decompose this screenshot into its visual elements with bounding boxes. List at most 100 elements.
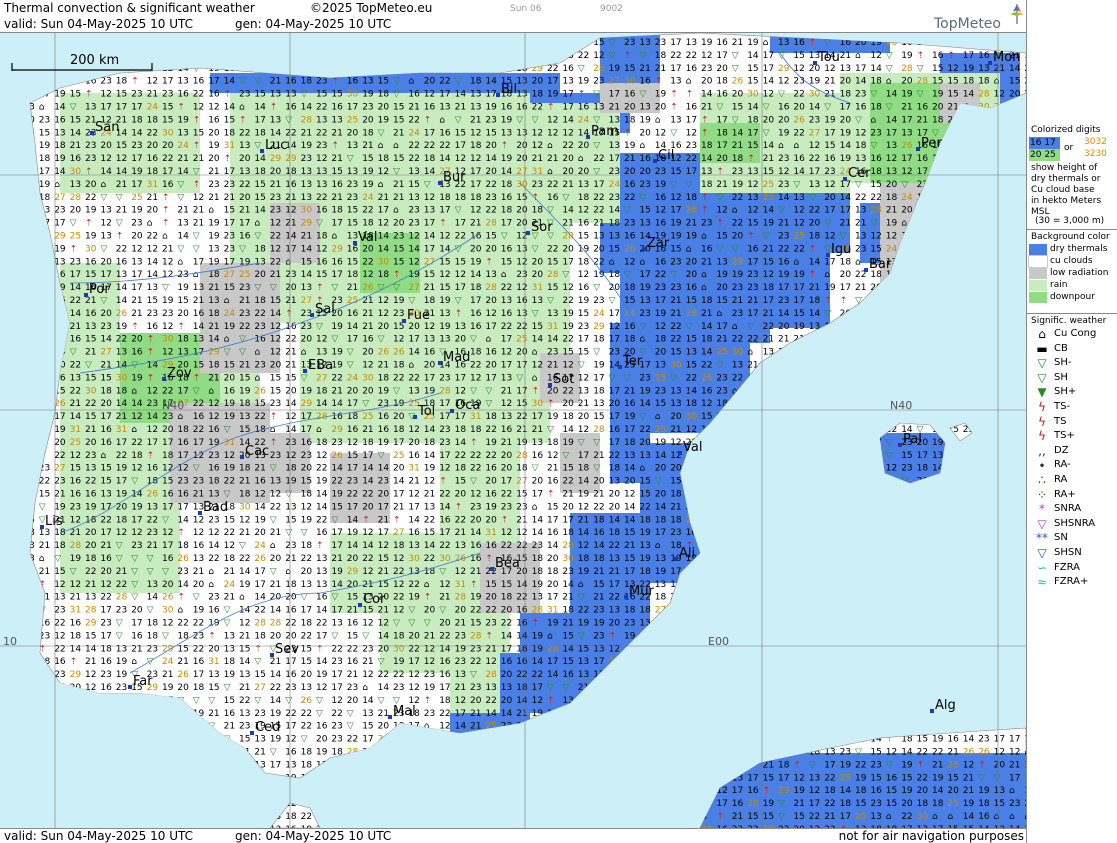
grid-cell-value: ⇡ — [547, 103, 555, 113]
city-label[interactable]: Bea — [495, 556, 520, 571]
city-label[interactable]: Far — [133, 674, 153, 689]
city-marker[interactable] — [438, 181, 442, 185]
city-marker[interactable] — [930, 709, 934, 713]
city-marker[interactable] — [618, 365, 622, 369]
city-marker[interactable] — [240, 455, 244, 459]
grid-cell-value: 27 — [254, 683, 265, 693]
rain-light-icon: ∙ — [1031, 458, 1053, 472]
city-label[interactable]: Val — [683, 440, 702, 455]
city-label[interactable]: Pam — [591, 124, 619, 139]
city-marker[interactable] — [988, 61, 992, 65]
city-label[interactable]: Sor — [531, 220, 553, 235]
grid-cell-value: 14 — [701, 90, 713, 100]
city-label[interactable]: Fue — [407, 308, 430, 323]
city-marker[interactable] — [353, 241, 357, 245]
city-marker[interactable] — [586, 135, 590, 139]
grid-cell-value: 20 — [947, 786, 959, 796]
city-marker[interactable] — [90, 131, 94, 135]
city-label[interactable]: EBa — [308, 358, 333, 373]
city-marker[interactable] — [250, 731, 254, 735]
city-marker[interactable] — [358, 603, 362, 607]
city-label[interactable]: Ced — [255, 720, 280, 735]
city-marker[interactable] — [678, 451, 682, 455]
city-marker[interactable] — [496, 93, 500, 97]
grid-cell-value: 12 — [716, 206, 727, 216]
grid-cell-value: 14 — [701, 154, 713, 164]
map-canvas[interactable]: 1718⌂131617▽231816142119▽17132012181712▽… — [0, 33, 1026, 828]
grid-cell-value: 12 — [470, 154, 481, 164]
grid-cell-value: 20 — [85, 541, 97, 551]
city-marker[interactable] — [813, 61, 817, 65]
forecast-map[interactable]: 1718⌂131617▽231816142119▽17132012181712▽… — [0, 33, 1026, 828]
city-marker[interactable] — [864, 268, 868, 272]
city-marker[interactable] — [310, 313, 314, 317]
city-label[interactable]: Sot — [553, 372, 574, 387]
city-label[interactable]: Bad — [203, 500, 228, 515]
city-marker[interactable] — [843, 177, 847, 181]
city-label[interactable]: Sal — [315, 302, 335, 317]
city-marker[interactable] — [198, 511, 202, 515]
city-label[interactable]: Ter — [622, 354, 643, 369]
city-label[interactable]: Ali — [679, 546, 695, 561]
city-label[interactable]: Cac — [245, 444, 269, 459]
grid-cell-value: 24 — [347, 373, 359, 383]
city-marker[interactable] — [642, 247, 646, 251]
city-marker[interactable] — [438, 361, 442, 365]
city-label[interactable]: Bil — [501, 82, 517, 97]
city-label[interactable]: Por — [89, 282, 110, 297]
city-label[interactable]: Bur — [443, 170, 466, 185]
grid-cell-value: 28 — [85, 606, 97, 616]
city-label[interactable]: Alg — [935, 698, 956, 713]
city-marker[interactable] — [270, 653, 274, 657]
city-marker[interactable] — [526, 231, 530, 235]
city-label[interactable]: Cer — [848, 166, 871, 181]
city-marker[interactable] — [674, 557, 678, 561]
grid-cell-value: 15 — [54, 567, 65, 577]
city-label[interactable]: Zov — [167, 366, 192, 381]
city-marker[interactable] — [826, 253, 830, 257]
city-label[interactable]: Oca — [455, 398, 480, 413]
city-marker[interactable] — [624, 595, 628, 599]
city-label[interactable]: Val — [358, 230, 377, 245]
city-label[interactable]: Cor — [363, 592, 386, 607]
city-marker[interactable] — [84, 293, 88, 297]
city-marker[interactable] — [162, 377, 166, 381]
city-label[interactable]: Mon — [993, 50, 1020, 65]
grid-cell-value: 13 — [609, 141, 620, 151]
city-label[interactable]: Zar — [647, 236, 670, 251]
city-marker[interactable] — [490, 567, 494, 571]
city-marker[interactable] — [40, 525, 44, 529]
grid-cell-value: ⌂ — [208, 206, 214, 216]
grid-cell-value: 13 — [408, 193, 419, 203]
city-label[interactable]: Mur — [629, 584, 654, 599]
city-marker[interactable] — [303, 369, 307, 373]
city-label[interactable]: Cil — [658, 148, 674, 163]
city-label[interactable]: Igu — [831, 242, 851, 257]
city-label[interactable]: Tou — [817, 50, 840, 65]
city-marker[interactable] — [916, 147, 920, 151]
city-label[interactable]: Sev — [275, 642, 299, 657]
city-marker[interactable] — [260, 149, 264, 153]
city-marker[interactable] — [413, 415, 417, 419]
city-label[interactable]: Lis — [45, 514, 63, 529]
grid-cell-value: ⇡ — [193, 141, 201, 151]
city-label[interactable]: Mad — [443, 350, 470, 365]
city-marker[interactable] — [128, 685, 132, 689]
city-label[interactable]: Luc — [265, 138, 287, 153]
city-label[interactable]: Bar — [869, 257, 892, 272]
city-label[interactable]: Tol — [417, 404, 435, 419]
city-marker[interactable] — [653, 159, 657, 163]
city-label[interactable]: Per — [921, 136, 942, 151]
city-label[interactable]: Mal — [393, 704, 416, 719]
grid-cell-value: 16 — [316, 206, 328, 216]
city-marker[interactable] — [548, 383, 552, 387]
city-label[interactable]: San — [95, 120, 119, 135]
city-marker[interactable] — [898, 443, 902, 447]
city-marker[interactable] — [450, 409, 454, 413]
grid-cell-value: 20 — [347, 386, 359, 396]
city-marker[interactable] — [388, 715, 392, 719]
grid-cell-value: ▽ — [347, 348, 354, 358]
grid-cell-value: 16 — [547, 193, 559, 203]
city-label[interactable]: Pal — [903, 432, 922, 447]
city-marker[interactable] — [402, 319, 406, 323]
